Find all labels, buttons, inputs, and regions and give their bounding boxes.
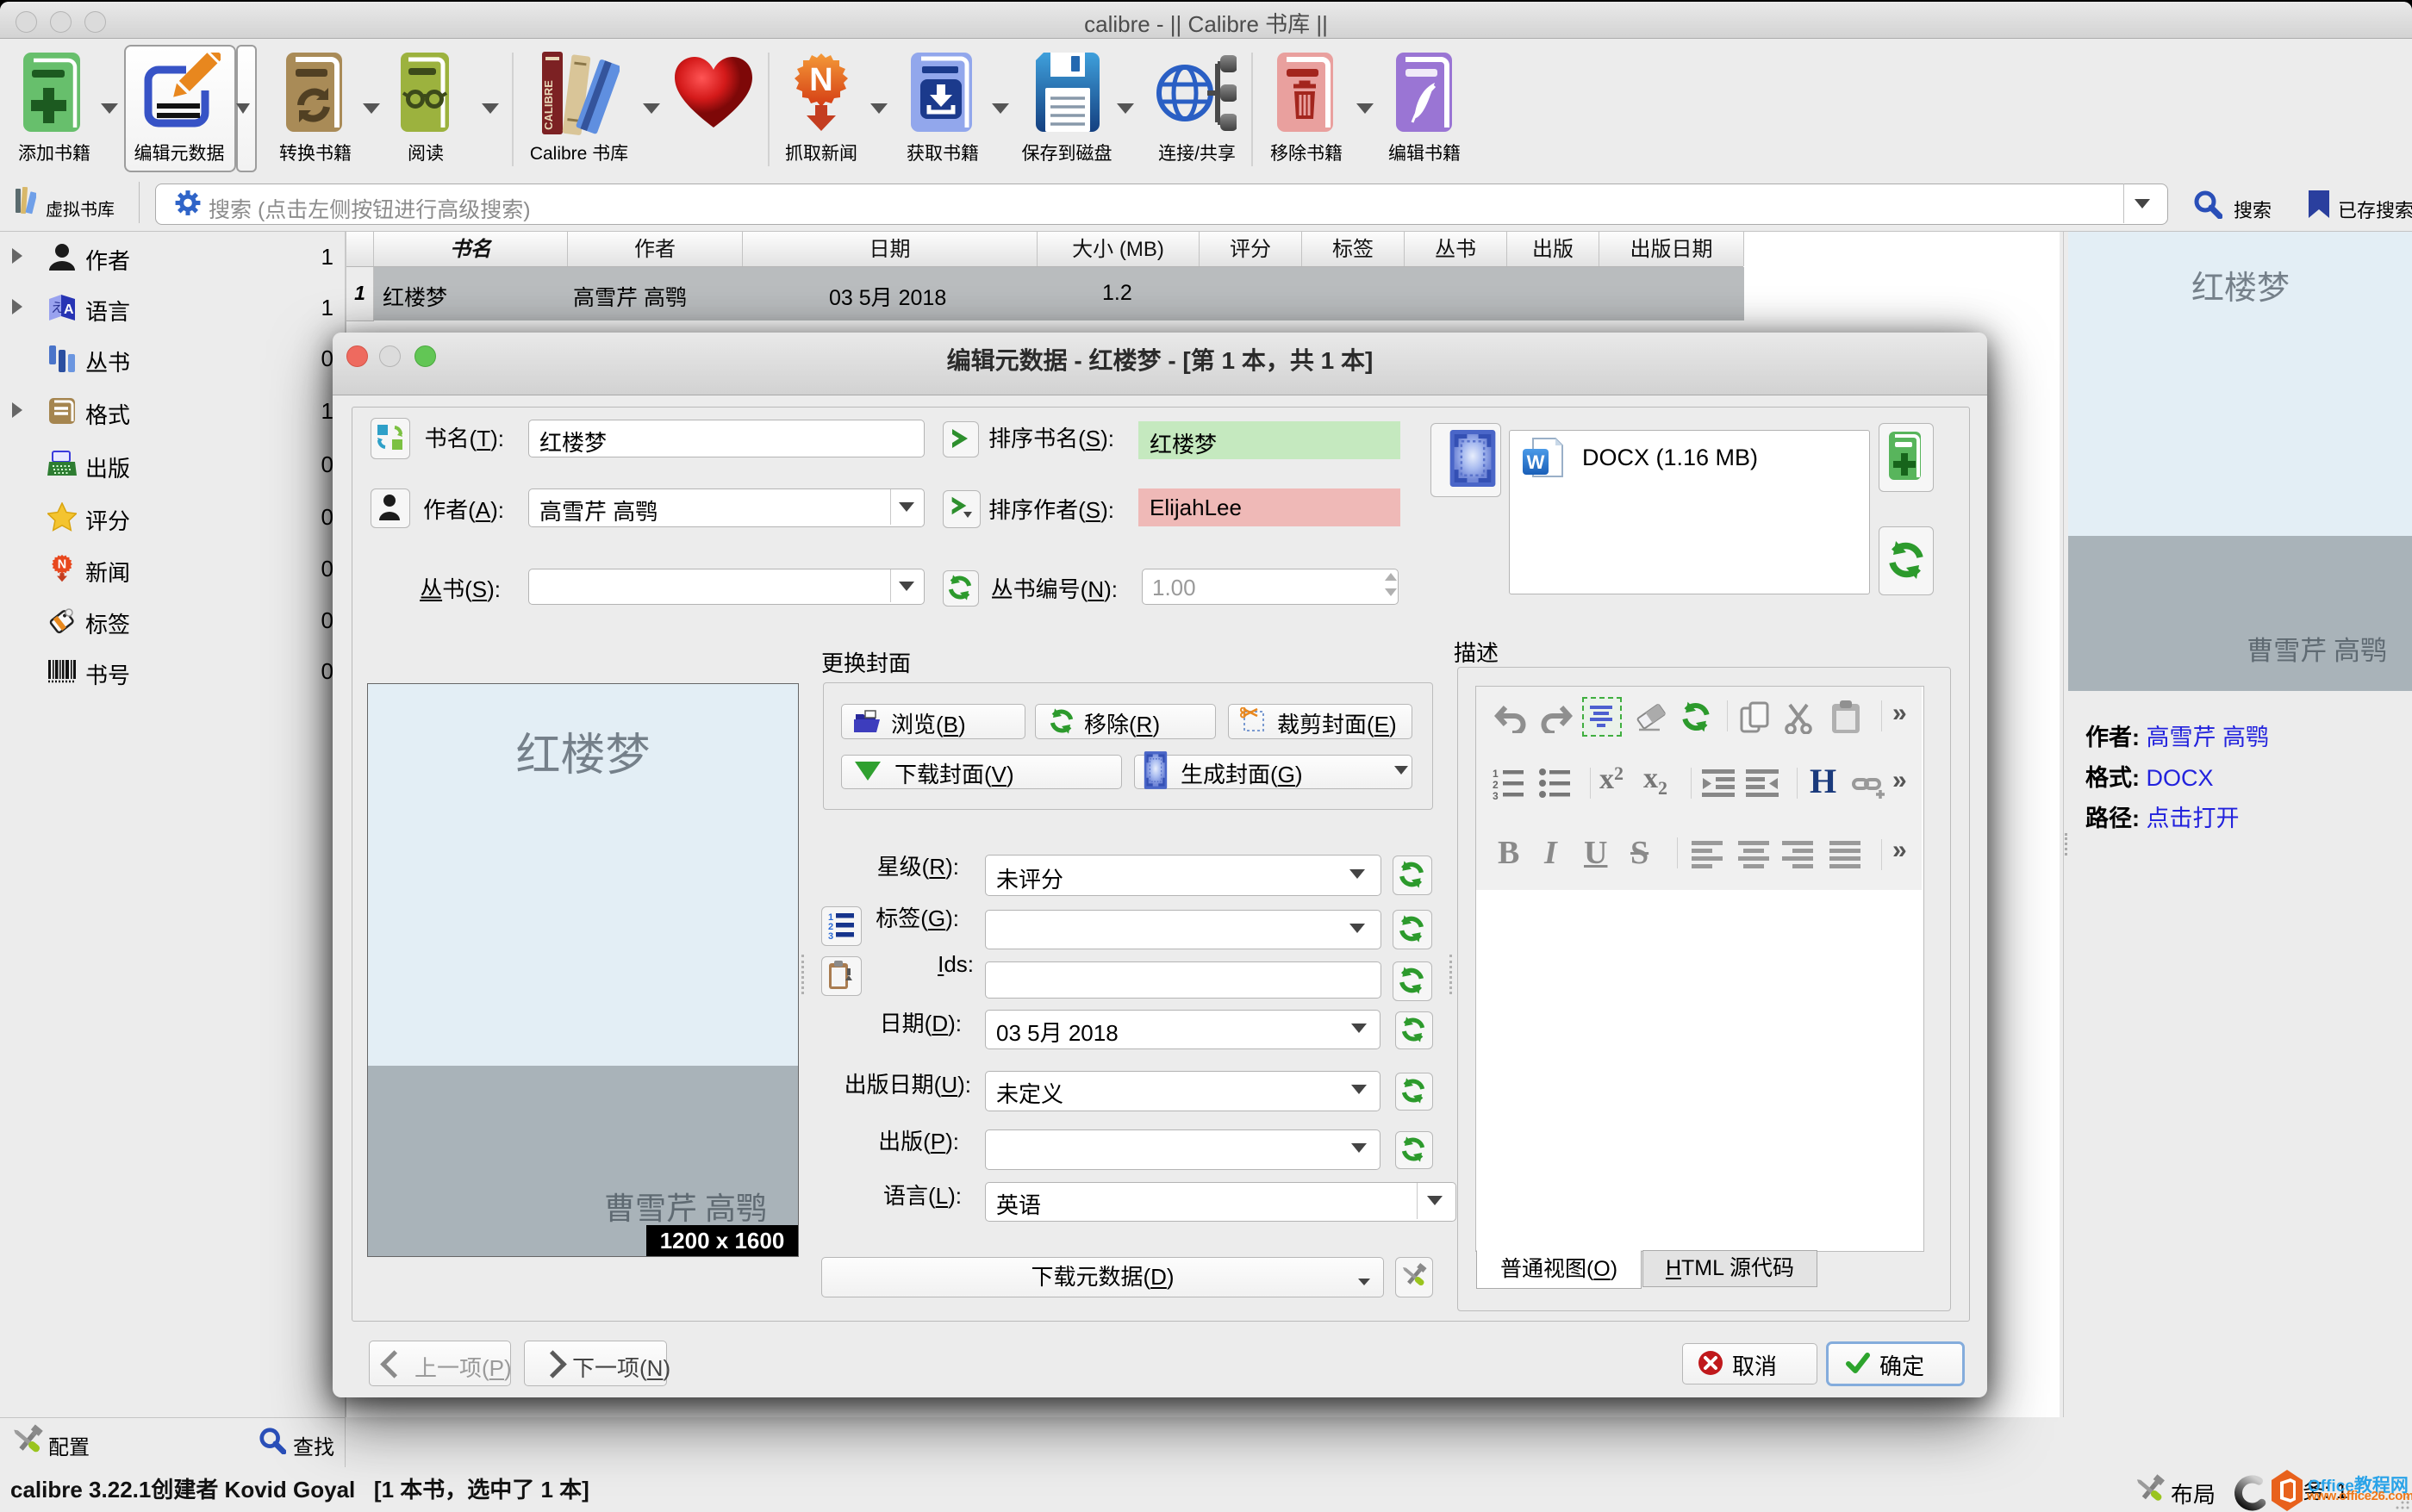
svg-text:A: A [64, 302, 74, 317]
svg-text:N: N [809, 62, 832, 98]
svg-text:CALIBRE: CALIBRE [542, 80, 555, 130]
svg-text:N: N [58, 558, 66, 572]
svg-text:3: 3 [1493, 790, 1499, 800]
svg-text:W: W [1527, 451, 1545, 473]
svg-text:え: え [51, 301, 64, 315]
svg-text:2: 2 [1493, 779, 1499, 791]
svg-text:1: 1 [1493, 768, 1499, 780]
